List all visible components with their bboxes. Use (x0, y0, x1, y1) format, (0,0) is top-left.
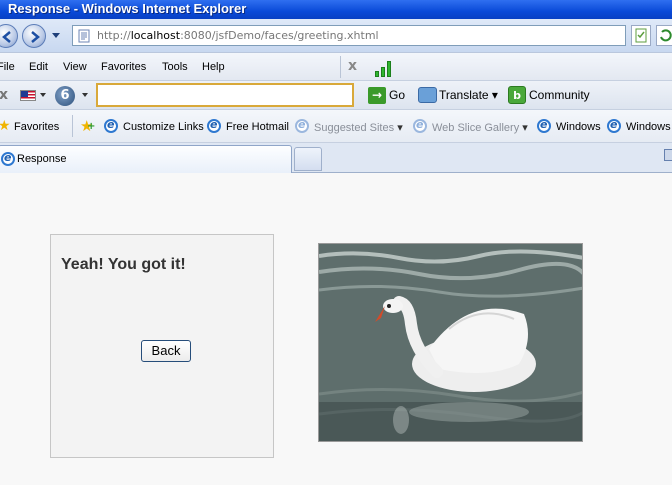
home-icon[interactable] (664, 149, 672, 161)
address-toolbar: http://localhost:8080/jsfDemo/faces/gree… (0, 19, 672, 52)
compat-page-icon (635, 28, 647, 43)
ie-page-icon (607, 118, 621, 133)
ie-page-icon (207, 118, 221, 133)
url-prefix: http:// (97, 29, 131, 42)
forward-arrow-icon (31, 31, 40, 43)
divider (72, 115, 73, 137)
toolbar-logo-icon[interactable]: 6 (55, 86, 75, 106)
recent-pages-dropdown-icon[interactable] (52, 33, 60, 38)
message-panel: Yeah! You got it! Back (50, 234, 274, 458)
page-icon (78, 29, 90, 43)
url-path: :8080/jsfDemo/faces/greeting.xhtml (180, 29, 379, 42)
refresh-icon (660, 29, 672, 42)
favorites-button[interactable]: Favorites (14, 121, 59, 133)
favorite-link-web-slice-gallery[interactable]: Web Slice Gallery ▾ (432, 121, 528, 134)
go-arrow-icon: → (368, 87, 386, 104)
community-icon: b (508, 86, 526, 104)
menu-tools[interactable]: Tools (162, 61, 188, 73)
chevron-down-icon[interactable] (82, 93, 88, 97)
ie-page-icon (537, 118, 551, 133)
page-content: Yeah! You got it! Back (0, 173, 672, 485)
ie-page-icon (295, 118, 309, 133)
back-arrow-icon (2, 31, 11, 43)
new-tab-button[interactable] (294, 147, 322, 171)
window-title: Response - Windows Internet Explorer (8, 1, 247, 16)
us-flag-icon[interactable] (20, 90, 36, 101)
close-search-toolbar-icon[interactable]: x (0, 87, 8, 103)
forward-nav-button[interactable] (22, 24, 46, 48)
favorite-link-windows[interactable]: Windows (556, 121, 601, 133)
translate-label: Translate ▾ (439, 88, 498, 102)
favorite-link-free-hotmail[interactable]: Free Hotmail (226, 121, 289, 133)
compatibility-view-button[interactable] (631, 25, 651, 46)
tab-bar: Response (0, 142, 672, 173)
menu-file[interactable]: File (0, 61, 15, 73)
close-toolbar-icon[interactable]: x (348, 58, 357, 74)
menu-view[interactable]: View (63, 61, 87, 73)
menu-help[interactable]: Help (202, 61, 225, 73)
divider (340, 56, 341, 78)
search-toolbar: x 6 → Go Translate ▾ b Community (0, 80, 672, 109)
signal-strength-icon[interactable] (374, 57, 396, 77)
address-url[interactable]: http://localhost:8080/jsfDemo/faces/gree… (97, 29, 379, 42)
ie-page-icon (413, 118, 427, 133)
swan-photo-graphic (319, 244, 582, 441)
add-favorite-icon[interactable]: ★ (80, 117, 96, 135)
refresh-button[interactable] (656, 25, 672, 46)
swan-image (318, 243, 583, 442)
favorites-star-icon[interactable]: ★ (0, 118, 11, 134)
menu-edit[interactable]: Edit (29, 61, 48, 73)
address-bar[interactable]: http://localhost:8080/jsfDemo/faces/gree… (72, 25, 626, 46)
menu-bar: File Edit View Favorites Tools Help x (0, 52, 672, 80)
favorite-link-windows-2[interactable]: Windows (626, 121, 671, 133)
favorites-bar: ★ Favorites ★ Customize Links Free Hotma… (0, 109, 672, 142)
translate-icon (418, 87, 437, 103)
community-label: Community (529, 88, 590, 102)
back-nav-button[interactable] (0, 24, 18, 48)
go-label: Go (389, 88, 406, 102)
back-button[interactable]: Back (141, 340, 191, 362)
success-message: Yeah! You got it! (61, 256, 186, 273)
title-bar: Response - Windows Internet Explorer (0, 0, 672, 19)
favorite-link-customize-links[interactable]: Customize Links (123, 121, 204, 133)
ie-page-icon (104, 118, 118, 133)
url-host: localhost (130, 29, 181, 42)
tab-label: Response (17, 153, 67, 165)
favorite-link-suggested-sites[interactable]: Suggested Sites ▾ (314, 121, 403, 134)
ie-page-icon (1, 151, 15, 166)
search-input[interactable] (96, 83, 354, 107)
menu-favorites[interactable]: Favorites (101, 61, 146, 73)
chevron-down-icon[interactable] (40, 93, 46, 97)
tab-response[interactable]: Response (0, 145, 292, 173)
